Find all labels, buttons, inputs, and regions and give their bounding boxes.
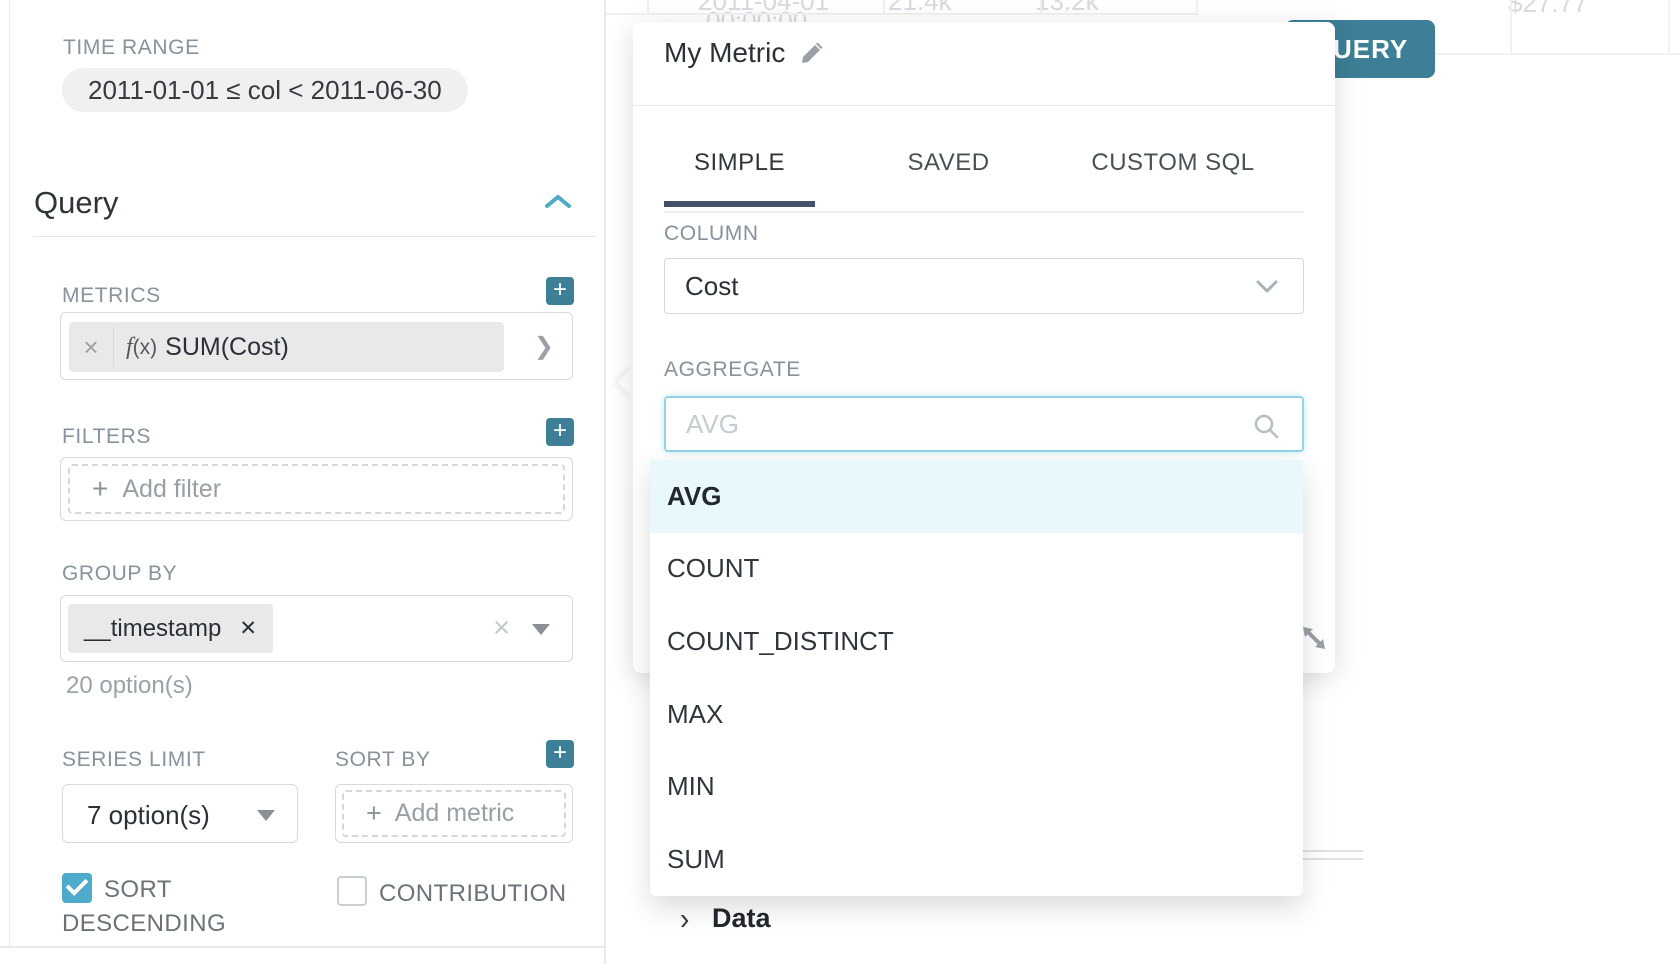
sort-descending-label-line2: DESCENDING bbox=[62, 910, 226, 938]
group-by-chip[interactable]: __timestamp ✕ bbox=[68, 604, 273, 653]
add-sort-metric-placeholder: Add metric bbox=[395, 799, 514, 828]
aggregate-input[interactable]: AVG bbox=[664, 396, 1304, 452]
section-divider bbox=[33, 236, 595, 237]
tab-custom-sql[interactable]: CUSTOM SQL bbox=[1082, 149, 1264, 207]
bg-table-row-line bbox=[1435, 53, 1680, 55]
explore-page: 2011-04-01 21.4k 13.2k $27.77 00:00:00 Q… bbox=[0, 0, 1680, 964]
add-filter-dropzone[interactable]: + Add filter bbox=[68, 464, 565, 514]
popover-title-row: My Metric bbox=[664, 37, 825, 69]
collapse-section-icon[interactable] bbox=[543, 192, 573, 212]
group-by-clear-icon[interactable]: × bbox=[493, 612, 510, 645]
series-limit-caret-icon bbox=[257, 810, 275, 821]
pane-resize-grip[interactable] bbox=[1303, 858, 1363, 860]
aggregate-label: AGGREGATE bbox=[664, 358, 801, 382]
query-section-title: Query bbox=[34, 185, 118, 221]
panel-divider bbox=[604, 0, 606, 964]
popover-resize-handle-icon[interactable] bbox=[1300, 624, 1328, 652]
series-limit-value: 7 option(s) bbox=[87, 800, 210, 831]
contribution-label: CONTRIBUTION bbox=[379, 880, 566, 908]
group-by-chip-remove-icon[interactable]: ✕ bbox=[239, 616, 257, 641]
metrics-select-box[interactable]: × f(x) SUM(Cost) ❯ bbox=[60, 312, 573, 380]
menu-option-max[interactable]: MAX bbox=[650, 678, 1303, 751]
data-panel-chevron-icon[interactable]: › bbox=[680, 901, 689, 936]
metric-chip-label: SUM(Cost) bbox=[165, 333, 289, 362]
add-filter-placeholder: Add filter bbox=[122, 475, 221, 504]
chevron-down-icon bbox=[1255, 279, 1279, 295]
chip-divider bbox=[113, 327, 114, 367]
add-metric-button[interactable]: + bbox=[546, 277, 574, 305]
series-limit-label: SERIES LIMIT bbox=[62, 748, 206, 772]
add-sort-metric-dropzone[interactable]: + Add metric bbox=[342, 790, 566, 837]
bg-table-col-line bbox=[647, 0, 649, 15]
bg-table-col-line bbox=[1040, 0, 1042, 15]
group-by-chip-label: __timestamp bbox=[84, 615, 221, 643]
bg-table-col-line bbox=[883, 0, 885, 15]
bg-table-right-value: $27.77 bbox=[1508, 0, 1588, 19]
bg-table-col-line bbox=[1196, 0, 1198, 15]
time-range-label: TIME RANGE bbox=[63, 36, 200, 60]
group-by-options-hint: 20 option(s) bbox=[66, 672, 193, 700]
sort-descending-checkbox[interactable] bbox=[62, 873, 92, 903]
group-by-select[interactable]: __timestamp ✕ × bbox=[60, 595, 573, 662]
filters-label: FILTERS bbox=[62, 425, 151, 449]
bg-table-col-line bbox=[1510, 0, 1512, 54]
series-limit-select[interactable]: 7 option(s) bbox=[62, 784, 298, 843]
column-value: Cost bbox=[685, 271, 738, 302]
plus-icon: + bbox=[366, 798, 382, 829]
metric-popover-tabs: SIMPLE SAVED CUSTOM SQL bbox=[664, 149, 1304, 207]
sort-by-label: SORT BY bbox=[335, 748, 431, 772]
add-sort-metric-button[interactable]: + bbox=[546, 740, 574, 768]
bg-table-row-line bbox=[604, 13, 1196, 15]
metrics-label: METRICS bbox=[62, 284, 161, 308]
metric-chip[interactable]: × f(x) SUM(Cost) bbox=[69, 322, 504, 372]
aggregate-options-menu: AVG COUNT COUNT_DISTINCT MAX MIN SUM bbox=[650, 460, 1303, 896]
menu-option-count[interactable]: COUNT bbox=[650, 533, 1303, 606]
edit-title-pencil-icon[interactable] bbox=[799, 40, 825, 66]
menu-option-sum[interactable]: SUM bbox=[650, 823, 1303, 896]
panel-left-border bbox=[9, 0, 10, 947]
column-label: COLUMN bbox=[664, 222, 759, 246]
plus-icon: + bbox=[92, 473, 108, 505]
time-range-filter-chip[interactable]: 2011-01-01 ≤ col < 2011-06-30 bbox=[62, 68, 468, 112]
metric-expand-caret-icon[interactable]: ❯ bbox=[534, 332, 554, 361]
data-panel-title[interactable]: Data bbox=[712, 903, 771, 934]
bg-table-col-line bbox=[1668, 0, 1670, 54]
contribution-checkbox[interactable] bbox=[337, 876, 367, 906]
panel-bottom-border bbox=[0, 946, 604, 948]
filters-select-box[interactable]: + Add filter bbox=[60, 457, 573, 521]
sort-descending-label-line1: SORT bbox=[104, 876, 172, 904]
menu-option-min[interactable]: MIN bbox=[650, 750, 1303, 823]
column-select[interactable]: Cost bbox=[664, 258, 1304, 314]
popover-header-divider bbox=[633, 105, 1335, 106]
group-by-label: GROUP BY bbox=[62, 562, 177, 586]
aggregate-placeholder: AVG bbox=[686, 409, 739, 440]
sort-by-select-box[interactable]: + Add metric bbox=[335, 784, 573, 843]
tabs-track-line bbox=[664, 211, 1304, 213]
add-filter-button[interactable]: + bbox=[546, 418, 574, 446]
metric-title: My Metric bbox=[664, 37, 785, 69]
tab-simple[interactable]: SIMPLE bbox=[664, 149, 815, 207]
time-range-value: 2011-01-01 ≤ col < 2011-06-30 bbox=[88, 75, 442, 106]
tab-saved[interactable]: SAVED bbox=[877, 149, 1020, 207]
menu-option-avg[interactable]: AVG bbox=[650, 460, 1303, 533]
group-by-caret-icon[interactable] bbox=[532, 624, 550, 635]
search-icon bbox=[1252, 412, 1280, 440]
menu-option-count-distinct[interactable]: COUNT_DISTINCT bbox=[650, 605, 1303, 678]
pane-resize-grip[interactable] bbox=[1303, 850, 1363, 852]
fx-icon: f(x) bbox=[126, 334, 157, 361]
metric-remove-icon[interactable]: × bbox=[69, 332, 113, 363]
